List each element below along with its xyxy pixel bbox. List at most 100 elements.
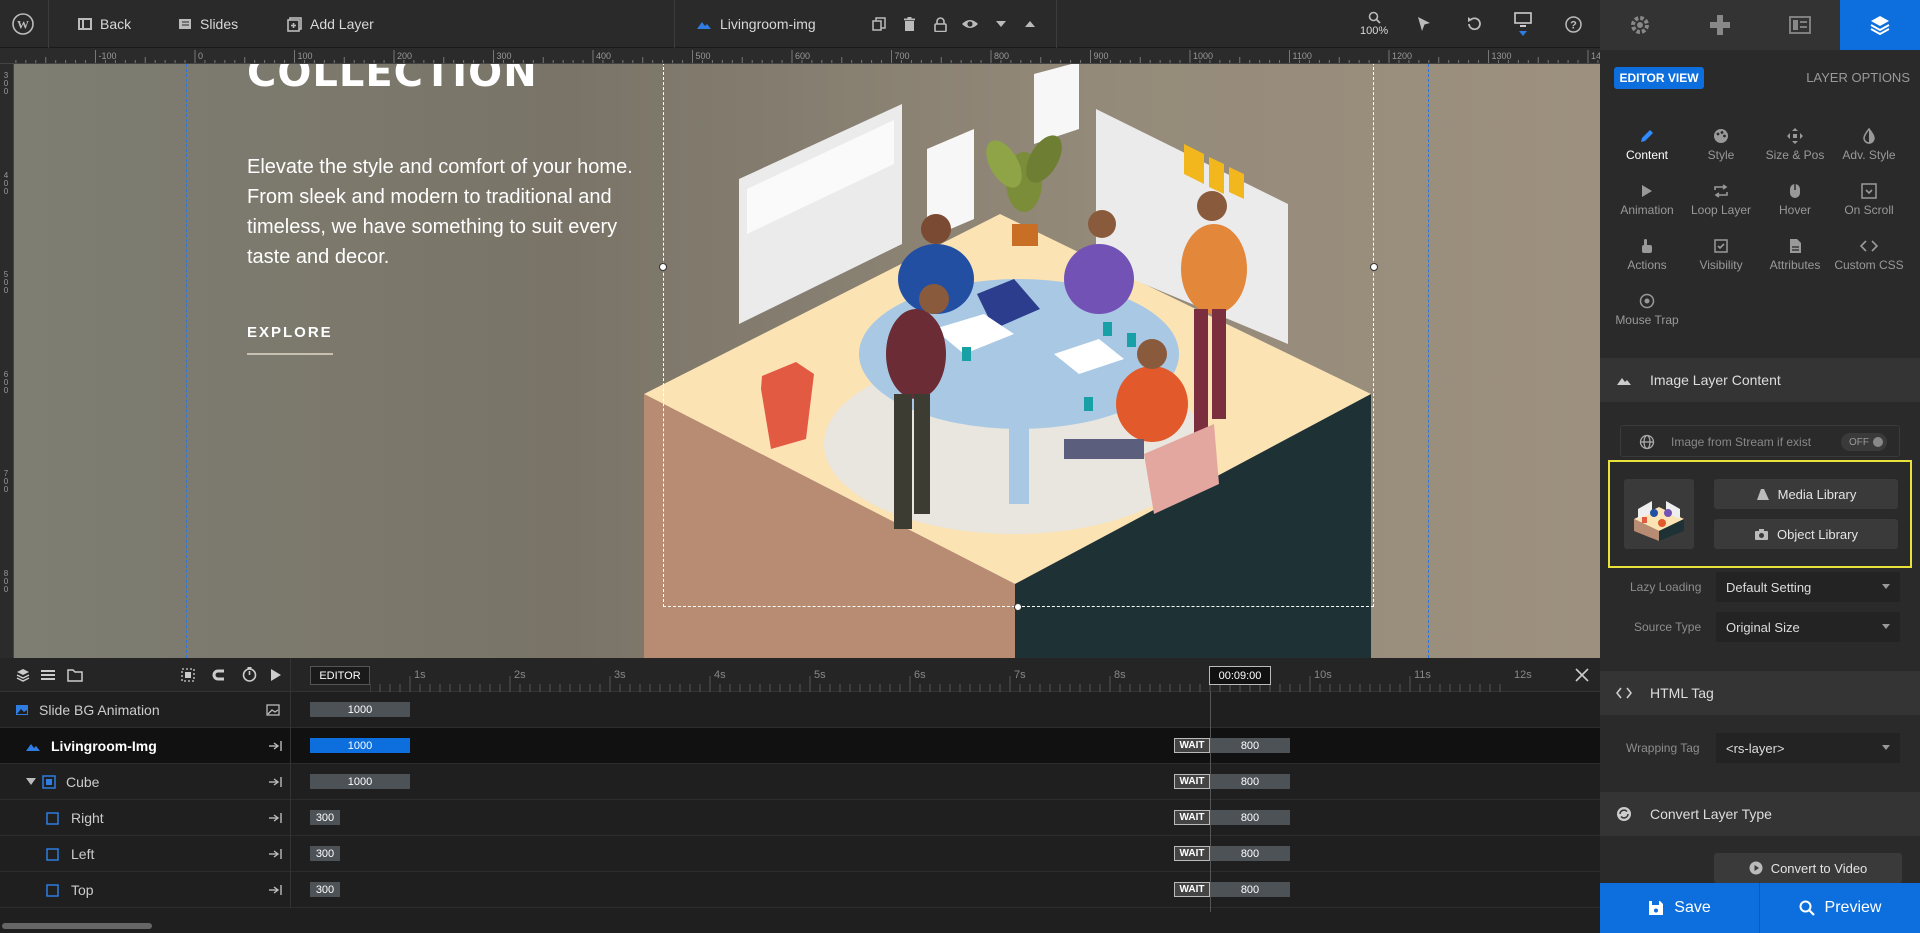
play-icon[interactable] — [270, 668, 282, 682]
move-up-button[interactable] — [1024, 0, 1036, 48]
timing-bar-out[interactable]: 800 — [1210, 774, 1290, 789]
editor-badge[interactable]: EDITOR — [310, 666, 370, 685]
image-icon[interactable] — [266, 704, 280, 716]
timeline-scrollbar[interactable] — [2, 923, 152, 929]
zoom-control[interactable]: 100% — [1360, 0, 1388, 48]
timing-bar-out[interactable]: 800 — [1210, 810, 1290, 825]
option-adv-style[interactable]: Adv. Style — [1832, 124, 1906, 174]
slide-heading[interactable]: COLLECTION — [247, 64, 538, 96]
option-content[interactable]: Content — [1610, 124, 1684, 174]
timing-bar-in[interactable]: 1000 — [310, 702, 410, 717]
end-marker-icon[interactable] — [268, 812, 282, 824]
duplicate-layer-button[interactable] — [872, 0, 886, 48]
timing-bar-in[interactable]: 300 — [310, 846, 340, 861]
lock-layer-button[interactable] — [934, 0, 947, 48]
end-marker-icon[interactable] — [268, 740, 282, 752]
layer-name[interactable]: Livingroom-img — [696, 0, 816, 48]
timing-bar-out[interactable]: 800 — [1210, 882, 1290, 897]
select-tool-button[interactable] — [1417, 0, 1431, 48]
editor-view-button[interactable]: EDITOR VIEW — [1614, 67, 1704, 89]
back-button[interactable]: Back — [78, 0, 131, 48]
tab-slide-options[interactable] — [1760, 0, 1840, 50]
resize-handle-left[interactable] — [659, 263, 667, 271]
wait-badge[interactable]: WAIT — [1174, 810, 1210, 825]
row-label[interactable]: Top — [0, 872, 291, 908]
add-layer-button[interactable]: Add Layer — [287, 0, 374, 48]
wait-badge[interactable]: WAIT — [1174, 774, 1210, 789]
slides-button[interactable]: Slides — [178, 0, 238, 48]
row-label[interactable]: Cube — [0, 764, 291, 800]
option-loop-layer[interactable]: Loop Layer — [1684, 179, 1758, 229]
slide-body-text[interactable]: Elevate the style and comfort of your ho… — [247, 152, 637, 272]
wait-badge[interactable]: WAIT — [1174, 738, 1210, 753]
timing-bar-out[interactable]: 800 — [1210, 846, 1290, 861]
end-marker-icon[interactable] — [268, 776, 282, 788]
visibility-button[interactable] — [961, 0, 979, 48]
save-button[interactable]: Save — [1600, 883, 1760, 933]
timeline-row-selected[interactable]: Livingroom-Img 1000 WAIT 800 — [0, 728, 1600, 764]
row-label[interactable]: Livingroom-Img — [0, 728, 291, 764]
option-attributes[interactable]: Attributes — [1758, 234, 1832, 284]
wait-badge[interactable]: WAIT — [1174, 882, 1210, 897]
collapse-caret-icon[interactable] — [26, 778, 36, 786]
timer-icon[interactable] — [242, 667, 257, 682]
stream-toggle[interactable]: OFF — [1841, 433, 1887, 451]
resize-handle-bottom[interactable] — [1014, 603, 1022, 611]
timing-bar-in[interactable]: 300 — [310, 882, 340, 897]
list-view-icon[interactable] — [41, 668, 55, 682]
preview-button[interactable]: Preview — [1760, 883, 1920, 933]
timeline-row[interactable]: Left 300 WAIT 800 — [0, 836, 1600, 872]
option-visibility[interactable]: Visibility — [1684, 234, 1758, 284]
slide-canvas[interactable]: COLLECTION Elevate the style and comfort… — [14, 64, 1600, 658]
row-label[interactable]: Slide BG Animation — [0, 692, 291, 728]
row-label[interactable]: Right — [0, 800, 291, 836]
tab-slider-settings[interactable] — [1600, 0, 1680, 50]
timing-bar-in[interactable]: 1000 — [310, 738, 410, 753]
option-custom-css[interactable]: Custom CSS — [1832, 234, 1906, 284]
layers-view-icon[interactable] — [16, 668, 30, 682]
option-size-pos[interactable]: Size & Pos — [1758, 124, 1832, 174]
playhead-time[interactable]: 00:09:00 — [1209, 666, 1271, 685]
end-marker-icon[interactable] — [268, 884, 282, 896]
media-library-button[interactable]: Media Library — [1714, 479, 1898, 509]
move-down-button[interactable] — [995, 0, 1007, 48]
wait-badge[interactable]: WAIT — [1174, 846, 1210, 861]
convert-layer-type-header[interactable]: Convert Layer Type — [1600, 792, 1920, 836]
timeline-row[interactable]: Slide BG Animation 1000 — [0, 692, 1600, 728]
layer-options-heading[interactable]: LAYER OPTIONS — [1800, 70, 1910, 85]
source-type-select[interactable]: Original Size — [1716, 612, 1900, 642]
magnet-icon[interactable] — [212, 668, 226, 682]
lazy-loading-select[interactable]: Default Setting — [1716, 572, 1900, 602]
object-library-button[interactable]: Object Library — [1714, 519, 1898, 549]
tab-navigation[interactable] — [1680, 0, 1760, 50]
folder-icon[interactable] — [67, 668, 83, 682]
option-on-scroll[interactable]: On Scroll — [1832, 179, 1906, 229]
resize-handle-right[interactable] — [1370, 263, 1378, 271]
timeline-row[interactable]: Right 300 WAIT 800 — [0, 800, 1600, 836]
explore-button[interactable]: EXPLORE — [247, 324, 333, 355]
help-button[interactable]: ? — [1565, 0, 1582, 48]
undo-button[interactable] — [1466, 0, 1482, 48]
selection-tool-icon[interactable] — [181, 668, 195, 682]
option-hover[interactable]: Hover — [1758, 179, 1832, 229]
convert-to-video-button[interactable]: Convert to Video — [1714, 853, 1902, 883]
option-animation[interactable]: Animation — [1610, 179, 1684, 229]
timing-bar-in[interactable]: 300 — [310, 810, 340, 825]
wrapping-tag-select[interactable]: <rs-layer> — [1716, 733, 1900, 763]
option-actions[interactable]: Actions — [1610, 234, 1684, 284]
delete-layer-button[interactable] — [903, 0, 916, 48]
html-tag-header[interactable]: HTML Tag — [1600, 671, 1920, 715]
timing-bar-out[interactable]: 800 — [1210, 738, 1290, 753]
image-thumbnail[interactable] — [1624, 479, 1694, 549]
device-desktop-button[interactable] — [1514, 0, 1532, 48]
image-layer-content-header[interactable]: Image Layer Content — [1600, 358, 1920, 402]
end-marker-icon[interactable] — [268, 848, 282, 860]
timeline-ruler[interactable]: 1s2s3s4s5s6s7s8s9s10s11s12s — [370, 658, 1570, 692]
wordpress-logo-button[interactable]: W — [12, 0, 34, 48]
option-mouse-trap[interactable]: Mouse Trap — [1610, 289, 1684, 339]
layer-selection-box[interactable] — [659, 64, 1378, 611]
timeline-row[interactable]: Cube 1000 WAIT 800 — [0, 764, 1600, 800]
row-label[interactable]: Left — [0, 836, 291, 872]
timeline-row[interactable]: Top 300 WAIT 800 — [0, 872, 1600, 908]
close-timeline-button[interactable] — [1575, 668, 1589, 682]
